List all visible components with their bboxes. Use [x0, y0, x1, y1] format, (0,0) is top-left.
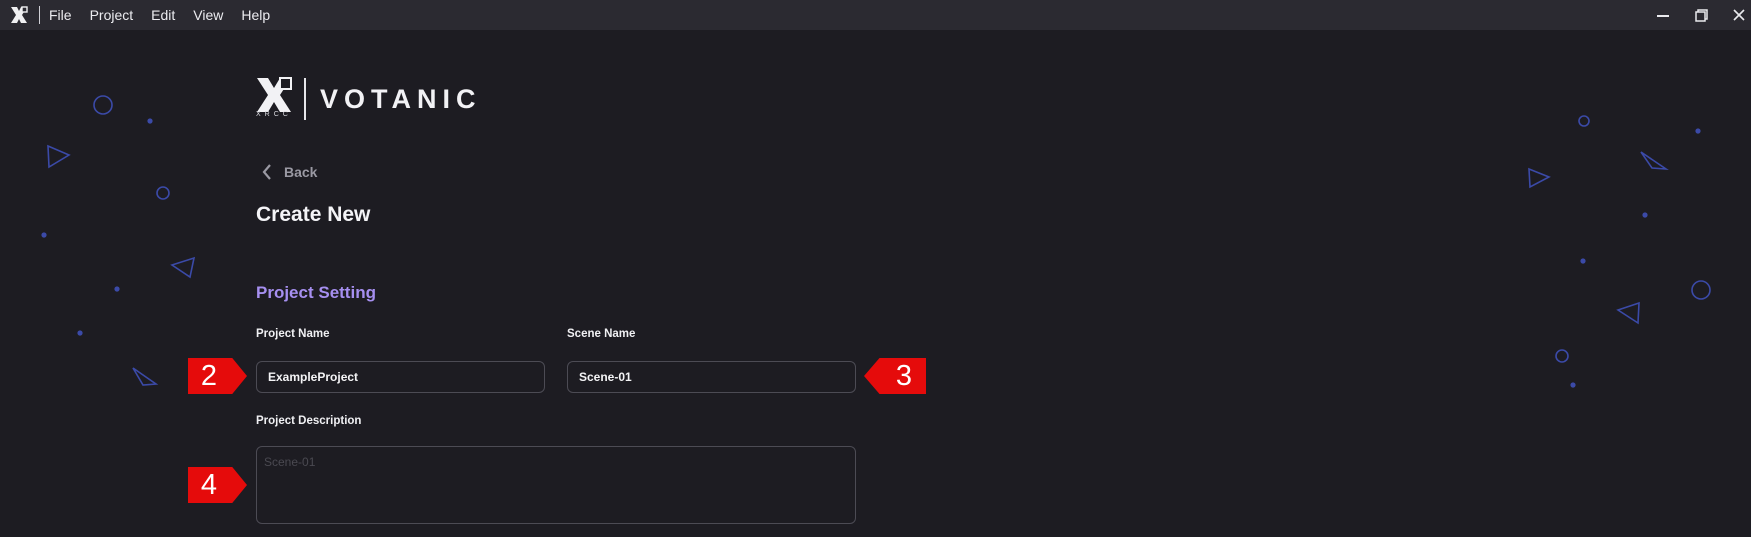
- titlebar-divider: [39, 6, 40, 24]
- menu-help[interactable]: Help: [241, 7, 270, 23]
- scene-name-input[interactable]: [567, 361, 856, 393]
- menu-project[interactable]: Project: [90, 7, 134, 23]
- menu-view[interactable]: View: [193, 7, 223, 23]
- minimize-icon: [1657, 15, 1669, 17]
- xrcc-logo-icon: [257, 77, 292, 112]
- brand-divider: [304, 78, 306, 120]
- restore-icon: [1694, 8, 1708, 22]
- callout-marker-2: 2: [188, 358, 247, 394]
- section-title: Project Setting: [256, 283, 376, 302]
- scene-name-label: Scene Name: [567, 328, 636, 340]
- back-button[interactable]: Back: [262, 164, 317, 180]
- page-title: Create New: [256, 203, 371, 226]
- app-logo-icon: [11, 6, 28, 23]
- back-label: Back: [284, 164, 318, 180]
- minimize-button[interactable]: [1643, 0, 1683, 30]
- project-name-label: Project Name: [256, 328, 330, 340]
- close-icon: [1733, 9, 1745, 21]
- menu-edit[interactable]: Edit: [151, 7, 175, 23]
- brand-name: VOTANIC: [320, 84, 482, 114]
- restore-button[interactable]: [1681, 0, 1721, 30]
- callout-marker-4: 4: [188, 467, 247, 503]
- title-bar: File Project Edit View Help: [0, 0, 1751, 30]
- brand-sub-label: XRCC: [256, 111, 292, 118]
- callout-marker-3: 3: [864, 358, 926, 394]
- close-button[interactable]: [1719, 0, 1751, 30]
- project-name-input[interactable]: [256, 361, 545, 393]
- menu-bar: File Project Edit View Help: [49, 0, 288, 30]
- project-description-textarea[interactable]: [256, 446, 856, 524]
- menu-file[interactable]: File: [49, 7, 72, 23]
- chevron-left-icon: [262, 164, 271, 180]
- project-description-label: Project Description: [256, 415, 362, 427]
